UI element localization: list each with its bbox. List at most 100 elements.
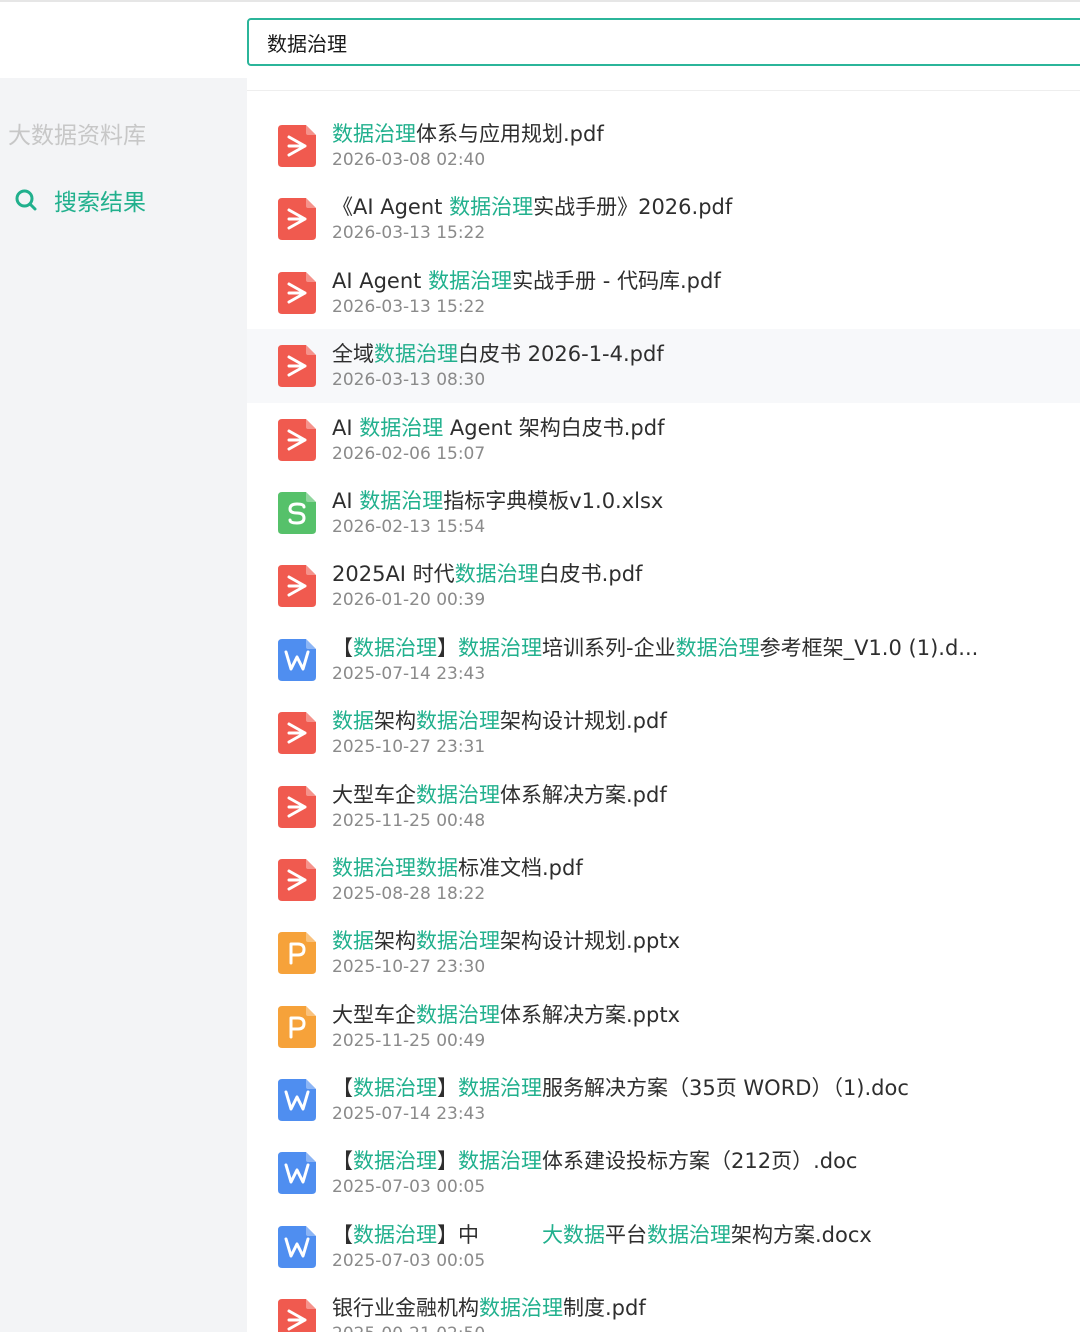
excel-file-icon bbox=[278, 491, 316, 534]
file-row[interactable]: 大型车企数据治理体系解决方案.pptx 2025-11-25 00:49 bbox=[247, 990, 1080, 1063]
file-name-highlight: 数据治理 bbox=[458, 1149, 542, 1174]
sidebar: 大数据资料库 搜索结果 bbox=[0, 78, 247, 1332]
file-name: 【数据治理】数据治理体系建设投标方案（212页）.doc bbox=[332, 1148, 857, 1174]
file-date: 2026-03-13 15:22 bbox=[332, 223, 486, 244]
file-name-text: 【 bbox=[332, 1222, 353, 1247]
file-name-text: 大型车企 bbox=[332, 1002, 416, 1027]
file-name-text: AI Agent bbox=[332, 268, 429, 293]
file-name-text: 白皮书 2026-1-4.pdf bbox=[458, 342, 664, 367]
file-row[interactable]: AI 数据治理指标字典模板v1.0.xlsx 2026-02-13 15:54 bbox=[247, 476, 1080, 549]
pdf-file-icon bbox=[278, 345, 316, 388]
file-name: 【数据治理】数据治理培训系列-企业数据治理参考框架_V1.0 (1).d... bbox=[332, 635, 978, 661]
word-file-icon bbox=[278, 1152, 316, 1195]
pdf-file-icon bbox=[278, 1299, 316, 1332]
file-name-text: 指标字典模板v1.0.xlsx bbox=[443, 488, 664, 513]
file-name-highlight: 数据治理数据 bbox=[332, 855, 458, 880]
file-name-text: 全域 bbox=[332, 342, 374, 367]
file-name-highlight: 数据 bbox=[332, 709, 374, 734]
file-name-highlight: 数据治理 bbox=[353, 1076, 437, 1101]
file-date: 2025-11-25 00:48 bbox=[332, 810, 486, 831]
pdf-file-icon bbox=[278, 125, 316, 167]
file-name-text: 】 bbox=[437, 1149, 458, 1174]
word-file-icon bbox=[278, 638, 316, 681]
file-name-highlight: 数据治理 bbox=[332, 122, 416, 146]
file-row[interactable]: 《AI Agent 数据治理实战手册》2026.pdf 2026-03-13 15… bbox=[247, 182, 1080, 255]
page: 大数据资料库 搜索结果 数据治理体系与应用规划.pdf2026-03-08 02… bbox=[0, 0, 1080, 1332]
file-name: 大型车企数据治理体系解决方案.pptx bbox=[332, 1002, 680, 1028]
file-name-text: 《AI Agent bbox=[332, 195, 450, 220]
file-row[interactable]: 数据治理数据标准文档.pdf 2025-08-28 18:22 bbox=[247, 843, 1080, 916]
file-row[interactable]: 数据治理体系与应用规划.pdf 2026-03-08 02:40 bbox=[247, 109, 1080, 182]
file-name-text: 标准文档.pdf bbox=[458, 855, 583, 880]
file-name-highlight: 大数据 bbox=[542, 1222, 605, 1247]
file-row[interactable]: AI 数据治理 Agent 架构白皮书.pdf 2026-02-06 15:07 bbox=[247, 403, 1080, 476]
pdf-file-icon bbox=[278, 712, 316, 755]
file-date: 2026-02-13 15:54 bbox=[332, 516, 486, 537]
file-name-highlight: 数据治理 bbox=[458, 1076, 542, 1101]
file-name-text: 体系解决方案.pdf bbox=[500, 782, 667, 807]
search-box[interactable] bbox=[247, 18, 1080, 66]
file-name-highlight: 数据治理 bbox=[428, 268, 513, 293]
file-row[interactable]: 【数据治理】数据治理培训系列-企业数据治理参考框架_V1.0 (1).d... 2… bbox=[247, 623, 1080, 696]
file-row[interactable]: 银行业金融机构数据治理制度.pdf 2025-00-21 02:50 bbox=[247, 1283, 1080, 1332]
file-name-highlight: 数据治理 bbox=[647, 1222, 731, 1247]
file-name-text: 平台 bbox=[605, 1222, 647, 1247]
file-row[interactable]: 数据架构数据治理架构设计规划.pdf 2025-10-27 23:31 bbox=[247, 696, 1080, 769]
file-name-text: 制度.pdf bbox=[563, 1296, 646, 1321]
search-input[interactable] bbox=[267, 20, 1047, 64]
file-name-text: Agent 架构白皮书.pdf bbox=[443, 415, 665, 440]
file-name-highlight: 数据治理 bbox=[458, 635, 542, 660]
file-name-highlight: 数据治理 bbox=[353, 635, 437, 660]
file-name: 【数据治理】中 大数据平台数据治理架构方案.docx bbox=[332, 1222, 872, 1248]
file-name-highlight: 数据治理 bbox=[416, 709, 500, 734]
word-file-icon bbox=[278, 1225, 316, 1268]
file-name-highlight: 数据治理 bbox=[416, 929, 500, 954]
file-name-text bbox=[479, 1223, 542, 1247]
file-name-text: 实战手册》2026.pdf bbox=[533, 195, 733, 220]
file-name-highlight: 数据治理 bbox=[675, 635, 760, 660]
file-date: 2025-08-28 18:22 bbox=[332, 883, 486, 904]
sidebar-item-search-results[interactable]: 搜索结果 bbox=[14, 180, 146, 220]
file-name-highlight: 数据治理 bbox=[353, 1222, 437, 1247]
main-content: 数据治理体系与应用规划.pdf 2026-03-08 02:40 《AI Agent… bbox=[247, 78, 1080, 1332]
file-date: 2025-10-27 23:30 bbox=[332, 957, 486, 978]
ppt-file-icon bbox=[278, 932, 316, 975]
file-name-text: 白皮书.pdf bbox=[538, 562, 643, 587]
file-date: 2025-07-03 00:05 bbox=[332, 1177, 486, 1198]
file-name-highlight: 数据治理 bbox=[416, 1002, 500, 1027]
file-name-text: 银行业金融机构 bbox=[332, 1296, 479, 1321]
file-row[interactable]: 全域数据治理白皮书 2026-1-4.pdf 2026-03-13 08:30 bbox=[247, 329, 1080, 403]
file-name-text: 参考框架_V1.0 (1).d... bbox=[759, 635, 979, 660]
file-row[interactable]: 2025AI 时代数据治理白皮书.pdf 2026-01-20 00:39 bbox=[247, 549, 1080, 622]
file-row[interactable]: 数据架构数据治理架构设计规划.pptx 2025-10-27 23:30 bbox=[247, 916, 1080, 989]
file-name-text: AI bbox=[332, 488, 360, 513]
file-name-text: 【 bbox=[332, 1076, 353, 1101]
file-name-text: 【 bbox=[332, 635, 353, 660]
file-name: 【数据治理】数据治理服务解决方案（35页 WORD）（1).doc bbox=[332, 1075, 909, 1101]
word-file-icon bbox=[278, 1079, 316, 1122]
pdf-file-icon bbox=[278, 785, 316, 828]
file-row[interactable]: AI Agent 数据治理实战手册 - 代码库.pdf 2026-03-13 15… bbox=[247, 256, 1080, 329]
file-name: 数据架构数据治理架构设计规划.pdf bbox=[332, 708, 667, 734]
ppt-file-icon bbox=[278, 1005, 316, 1048]
file-name: 数据治理体系与应用规划.pdf bbox=[332, 121, 604, 147]
file-row[interactable]: 【数据治理】数据治理服务解决方案（35页 WORD）（1).doc 2025-07… bbox=[247, 1063, 1080, 1136]
file-date: 2026-02-06 15:07 bbox=[332, 443, 486, 464]
file-date: 2025-07-03 00:05 bbox=[332, 1250, 486, 1271]
file-date: 2026-03-13 15:22 bbox=[332, 296, 486, 317]
file-name-text: 架构设计规划.pdf bbox=[500, 709, 667, 734]
sidebar-item-label: 搜索结果 bbox=[54, 190, 146, 216]
file-name: AI Agent 数据治理实战手册 - 代码库.pdf bbox=[332, 268, 721, 294]
file-name-highlight: 数据 bbox=[332, 929, 374, 954]
file-row[interactable]: 大型车企数据治理体系解决方案.pdf 2025-11-25 00:48 bbox=[247, 770, 1080, 843]
file-name: 数据架构数据治理架构设计规划.pptx bbox=[332, 928, 680, 954]
file-name-text: 体系与应用规划.pdf bbox=[416, 122, 604, 146]
file-row[interactable]: 【数据治理】数据治理体系建设投标方案（212页）.doc 2025-07-03 0… bbox=[247, 1136, 1080, 1209]
file-name-highlight: 数据治理 bbox=[454, 562, 539, 587]
file-name-highlight: 数据治理 bbox=[359, 488, 444, 513]
file-row[interactable]: 【数据治理】中 大数据平台数据治理架构方案.docx 2025-07-03 00:… bbox=[247, 1210, 1080, 1283]
file-list: 数据治理体系与应用规划.pdf 2026-03-08 02:40 《AI Agent… bbox=[247, 109, 1080, 1332]
file-name-text: 架构方案.docx bbox=[731, 1222, 872, 1247]
file-name-text: 体系建设投标方案（212页）.doc bbox=[542, 1149, 858, 1174]
file-name: 数据治理数据标准文档.pdf bbox=[332, 855, 583, 881]
